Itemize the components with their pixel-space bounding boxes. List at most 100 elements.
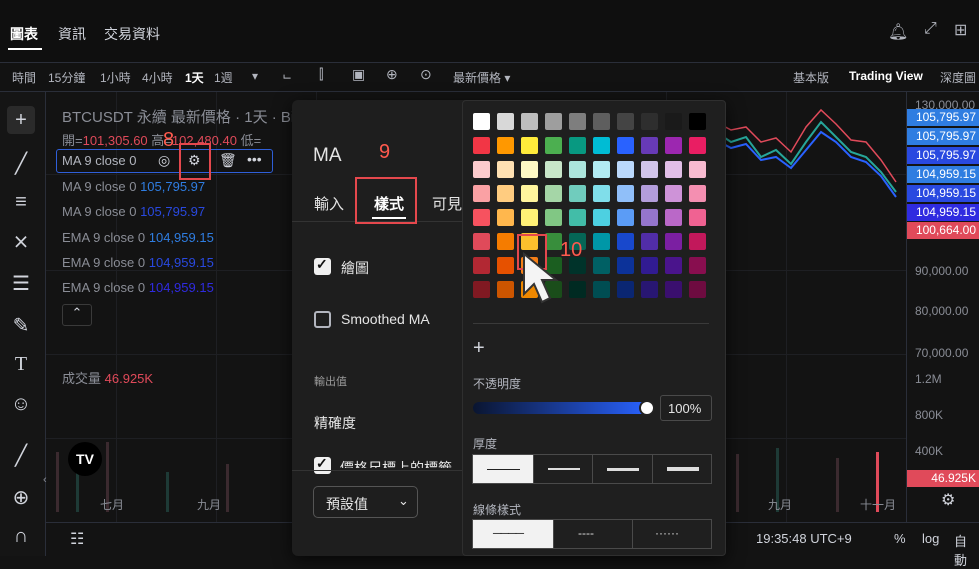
color-swatch[interactable] [497,137,514,154]
color-swatch[interactable] [545,185,562,202]
color-swatch[interactable] [545,113,562,130]
tab-inputs[interactable]: 輸入 [314,193,344,214]
color-swatch[interactable] [569,281,586,298]
color-swatch[interactable] [665,185,682,202]
color-swatch[interactable] [545,161,562,178]
color-swatch[interactable] [641,281,658,298]
date-range-icon[interactable]: ☷ [70,529,84,549]
color-swatch[interactable] [617,257,634,274]
color-swatch[interactable] [497,161,514,178]
color-swatch[interactable] [593,281,610,298]
scale-settings-icon[interactable]: ⚙ [941,490,955,510]
indicator-row-selected[interactable]: MA 9 close 0 ◎ ⚙ 🗑︎ ••• [56,149,273,173]
interval-1h[interactable]: 1小時 [100,69,131,86]
color-swatch[interactable] [665,113,682,130]
interval-1w[interactable]: 1週 [214,69,233,86]
color-swatch[interactable] [641,257,658,274]
eye-icon[interactable]: ◎ [158,152,170,169]
color-swatch[interactable] [641,185,658,202]
chevron-left-icon[interactable]: ‹ [43,474,47,486]
thickness-option-2[interactable] [533,454,593,484]
smoothed-checkbox[interactable] [314,311,331,328]
opacity-input[interactable]: 100% [660,395,712,421]
opacity-slider-handle[interactable] [639,400,655,416]
crosshair-icon[interactable]: + [7,106,35,134]
color-swatch[interactable] [497,113,514,130]
horizontal-lines-icon[interactable]: ≡ [7,188,35,216]
color-swatch[interactable] [593,185,610,202]
auto-toggle[interactable]: 自動 [954,531,979,569]
color-swatch[interactable] [521,185,538,202]
emoji-icon[interactable]: ☺ [7,390,35,418]
color-swatch[interactable] [665,281,682,298]
percent-toggle[interactable]: % [894,531,906,546]
thickness-option-3[interactable] [592,454,653,484]
color-swatch[interactable] [617,161,634,178]
color-swatch[interactable] [617,209,634,226]
color-swatch[interactable] [665,209,682,226]
color-swatch[interactable] [473,209,490,226]
color-swatch[interactable] [593,233,610,250]
color-swatch[interactable] [665,161,682,178]
color-swatch[interactable] [665,137,682,154]
color-swatch[interactable] [497,209,514,226]
opacity-slider[interactable] [473,402,649,414]
color-swatch[interactable] [521,161,538,178]
view-basic[interactable]: 基本版 [793,69,829,86]
zoom-icon[interactable]: ⊕ [7,484,35,512]
plot-checkbox[interactable]: ✓ [314,256,331,275]
color-swatch[interactable] [689,137,706,154]
color-swatch[interactable] [689,161,706,178]
view-tradingview[interactable]: Trading View [849,69,923,83]
add-color-button[interactable]: + [473,337,485,360]
defaults-dropdown[interactable]: 預設值 ⌄ [313,486,418,518]
color-swatch[interactable] [593,161,610,178]
color-swatch[interactable] [617,281,634,298]
brush-icon[interactable]: ✎ [7,312,35,340]
color-swatch[interactable] [689,281,706,298]
color-swatch[interactable] [545,137,562,154]
view-depth[interactable]: 深度圖 [940,69,976,86]
layout-grid-icon[interactable]: ⊞ [954,20,967,40]
interval-1d[interactable]: 1天 [185,69,204,86]
color-swatch[interactable] [617,113,634,130]
indicator-row[interactable]: MA 9 close 0 105,795.97 [62,179,205,194]
color-swatch[interactable] [593,113,610,130]
tab-trading-data[interactable]: 交易資料 [104,24,160,44]
candles-icon[interactable]: ⫿ [319,66,323,83]
color-swatch[interactable] [521,137,538,154]
labels-on-scale-checkbox[interactable]: ✓ [314,455,331,474]
color-swatch[interactable] [641,161,658,178]
bell-icon[interactable]: 🔔︎ [888,22,908,42]
color-swatch[interactable] [473,137,490,154]
color-swatch[interactable] [641,233,658,250]
log-toggle[interactable]: log [922,531,939,546]
line-style-solid[interactable]: ──── [472,519,554,549]
color-swatch[interactable] [641,137,658,154]
color-swatch[interactable] [617,185,634,202]
tab-visibility[interactable]: 可見 [432,193,462,214]
color-swatch[interactable] [593,137,610,154]
color-swatch[interactable] [689,257,706,274]
indicator-row[interactable]: EMA 9 close 0 104,959.15 [62,280,214,295]
price-type-select[interactable]: 最新價格 ▾ [453,69,510,86]
interval-time[interactable]: 時間 [12,69,36,86]
color-swatch[interactable] [473,281,490,298]
expand-icon[interactable]: ⤢ [924,20,937,38]
clock[interactable]: 19:35:48 UTC+9 [756,531,852,546]
color-swatch[interactable] [689,185,706,202]
trend-line-icon[interactable]: ╱ [7,150,35,178]
fib-icon[interactable]: ☰ [7,270,35,298]
color-swatch[interactable] [569,113,586,130]
color-swatch[interactable] [665,257,682,274]
price-scale[interactable]: 130,000.00 105,795.97 105,795.97 105,795… [906,92,979,522]
chevron-down-icon[interactable]: ▾ [252,69,258,83]
trash-icon[interactable]: 🗑︎ [219,152,237,169]
camera-icon[interactable]: ▣ [352,66,365,83]
color-swatch[interactable] [497,281,514,298]
color-swatch[interactable] [617,137,634,154]
indicator-row[interactable]: MA 9 close 0 105,795.97 [62,204,205,219]
tab-info[interactable]: 資訊 [58,24,86,44]
indicator-row[interactable]: EMA 9 close 0 104,959.15 [62,255,214,270]
settings-icon[interactable]: ⊙ [420,66,432,83]
